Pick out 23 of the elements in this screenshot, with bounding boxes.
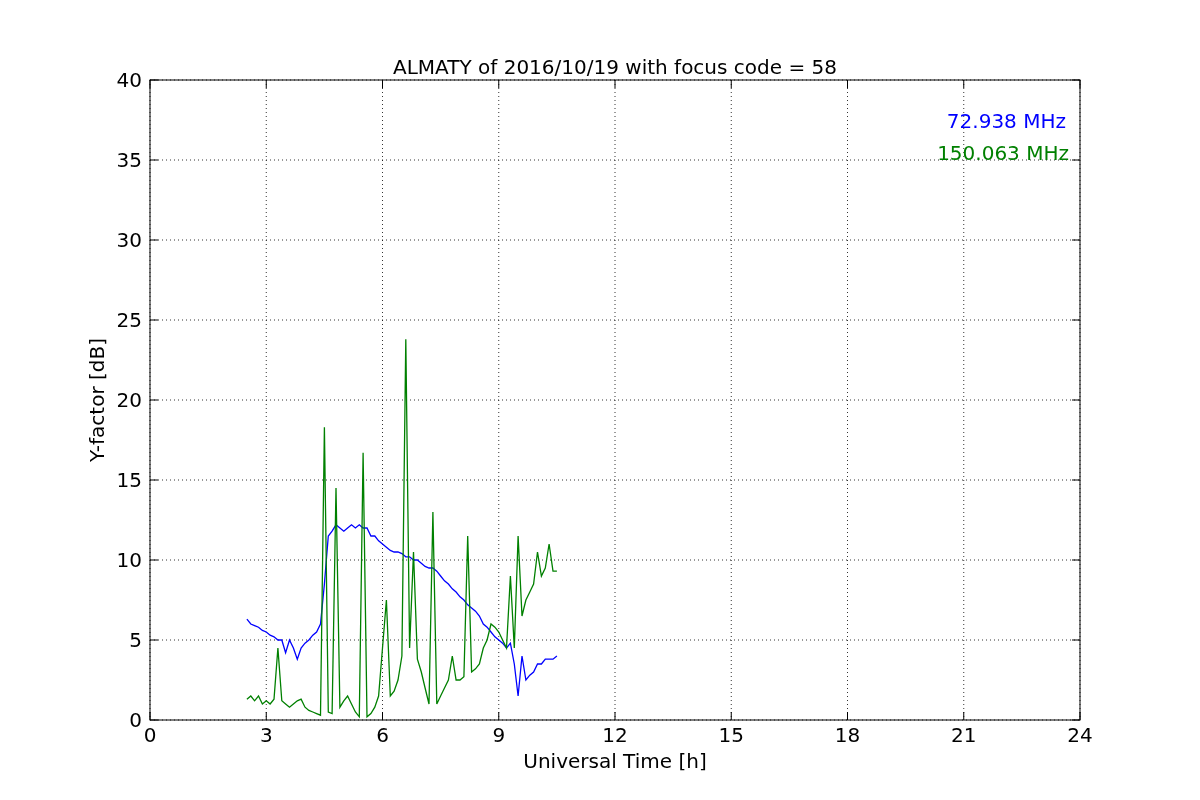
x-tick-label: 21	[951, 723, 977, 747]
y-tick-label: 35	[116, 148, 142, 172]
chart-title: ALMATY of 2016/10/19 with focus code = 58	[393, 55, 837, 79]
x-tick-label: 12	[602, 723, 628, 747]
y-tick-label: 20	[116, 388, 142, 412]
legend-label: 72.938 MHz	[946, 109, 1066, 133]
y-tick-label: 0	[129, 708, 142, 732]
y-tick-label: 15	[116, 468, 142, 492]
x-tick-label: 6	[376, 723, 389, 747]
y-tick-label: 40	[116, 68, 142, 92]
y-tick-label: 5	[129, 628, 142, 652]
x-axis-label: Universal Time [h]	[523, 749, 707, 773]
y-tick-label: 30	[116, 228, 142, 252]
x-tick-label: 24	[1067, 723, 1093, 747]
y-tick-label: 25	[116, 308, 142, 332]
y-axis-label: Y-factor [dB]	[85, 338, 109, 462]
x-tick-label: 15	[718, 723, 744, 747]
y-tick-label: 10	[116, 548, 142, 572]
x-tick-label: 3	[259, 723, 273, 747]
x-tick-label: 0	[143, 723, 157, 747]
x-tick-label: 18	[834, 723, 861, 747]
legend-label: 150.063 MHz	[937, 141, 1069, 165]
x-tick-label: 9	[492, 723, 506, 747]
